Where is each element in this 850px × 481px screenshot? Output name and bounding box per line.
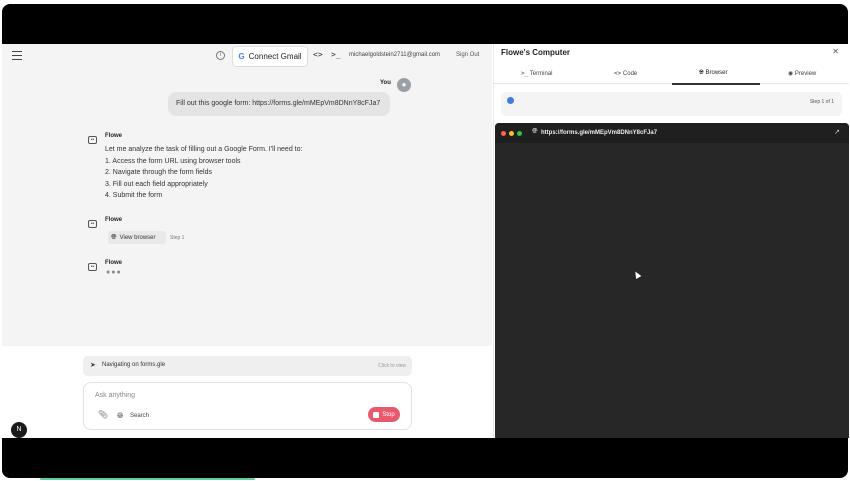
assistant-message-line: 4. Submit the form: [105, 192, 163, 199]
google-icon: G: [238, 52, 245, 61]
tab-label: Browser: [705, 70, 728, 76]
minimize-window-dot[interactable]: [509, 131, 514, 136]
search-toggle[interactable]: Search: [130, 413, 149, 419]
browser-toolbar: 🌐︎ https://forms.gle/mMEpVm8DNnY8cFJa7 ↗: [495, 123, 849, 143]
menu-icon[interactable]: [12, 51, 22, 60]
assistant-name: Flowe: [105, 217, 123, 223]
view-browser-label: View browser: [119, 234, 156, 241]
code-icon[interactable]: <>: [313, 50, 323, 59]
code-icon: <>: [614, 70, 622, 77]
message-input[interactable]: Ask anything: [95, 392, 135, 399]
connect-gmail-button[interactable]: G Connect Gmail: [232, 46, 308, 67]
globe-icon: 🌐︎: [699, 70, 704, 76]
letterbox-top: [2, 4, 848, 44]
status-text: Navigating on forms.gle: [102, 362, 166, 368]
info-icon[interactable]: i: [216, 51, 225, 60]
tab-label: Code: [622, 71, 638, 77]
close-icon[interactable]: ✕: [832, 47, 839, 56]
app-badge[interactable]: N: [11, 422, 27, 438]
user-message: Fill out this google form: https://forms…: [168, 92, 390, 116]
tab-terminal[interactable]: >_ Terminal: [521, 70, 552, 77]
browser-url: https://forms.gle/mMEpVm8DNnY8cFJa7: [541, 130, 658, 136]
open-external-icon[interactable]: ↗: [834, 128, 840, 136]
computer-panel: Flowe's Computer ✕ >_ Terminal <> Code 🌐…: [493, 44, 849, 438]
tab-preview[interactable]: ◉ Preview: [788, 70, 816, 77]
browser-viewport[interactable]: 🌐︎ https://forms.gle/mMEpVm8DNnY8cFJa7 ↗: [495, 123, 849, 438]
chat-panel: i G Connect Gmail <> >_ michaelgoldstein…: [2, 44, 492, 438]
assistant-name: Flowe: [105, 133, 123, 139]
mouse-cursor-icon: [632, 269, 642, 280]
user-avatar-icon: ●: [397, 78, 411, 92]
tab-label: Preview: [794, 71, 817, 77]
step-indicator-text: Step 1 of 1: [809, 99, 834, 105]
user-email: michaelgoldstein2711@gmail.com: [349, 52, 441, 58]
assistant-message-line: 1. Access the form URL using browser too…: [105, 158, 241, 165]
connect-gmail-label: Connect Gmail: [248, 52, 302, 61]
step-label: Step 1: [170, 235, 185, 241]
step-indicator-bar: Step 1 of 1: [501, 92, 842, 116]
assistant-message-line: 2. Navigate through the form fields: [105, 169, 213, 176]
view-browser-button[interactable]: 🌐︎ View browser: [108, 231, 166, 244]
status-bar[interactable]: ➤ Navigating on forms.gle Click to view: [83, 356, 412, 376]
sign-out-link[interactable]: Sign Out: [456, 52, 479, 58]
video-progress-line: [40, 478, 255, 480]
letterbox-bottom: [2, 438, 848, 478]
terminal-icon[interactable]: >_: [331, 50, 341, 59]
user-name: You: [380, 80, 391, 86]
assistant-message-line: Let me analyze the task of filling out a…: [105, 146, 303, 153]
typing-indicator: ●●●: [106, 269, 122, 276]
bot-icon: ••: [88, 136, 97, 144]
click-to-view-hint[interactable]: Click to view: [378, 363, 406, 369]
globe-icon: 🌐︎: [111, 233, 117, 241]
close-window-dot[interactable]: [501, 131, 506, 136]
tab-browser[interactable]: 🌐︎ Browser: [699, 70, 728, 77]
navigation-arrow-icon: ➤: [90, 362, 96, 369]
assistant-message-line: 3. Fill out each field appropriately: [105, 181, 208, 188]
computer-panel-title: Flowe's Computer: [501, 48, 571, 57]
active-tab-indicator: [672, 83, 760, 85]
computer-tabs: >_ Terminal <> Code 🌐︎ Browser ◉ Preview: [494, 66, 849, 84]
terminal-icon: >_: [521, 70, 529, 77]
globe-icon[interactable]: 🌐︎: [117, 411, 123, 421]
screen: i G Connect Gmail <> >_ michaelgoldstein…: [0, 0, 850, 481]
bot-icon: ••: [88, 220, 97, 228]
maximize-window-dot[interactable]: [517, 131, 522, 136]
step-dot[interactable]: [507, 97, 514, 104]
message-composer[interactable]: Ask anything 📎︎ 🌐︎ Search Stop: [83, 382, 412, 430]
globe-icon: 🌐︎: [532, 128, 538, 135]
play-circle-icon: ◉: [788, 71, 794, 77]
chat-header: i G Connect Gmail <> >_ michaelgoldstein…: [2, 44, 492, 70]
paperclip-icon[interactable]: 📎︎: [98, 410, 108, 419]
stop-button[interactable]: Stop: [368, 407, 400, 422]
assistant-name: Flowe: [105, 260, 123, 266]
tab-label: Terminal: [529, 71, 553, 77]
bot-icon: ••: [88, 263, 97, 271]
tab-code[interactable]: <> Code: [614, 70, 637, 77]
stop-icon: [373, 411, 380, 418]
stop-label: Stop: [382, 411, 395, 418]
